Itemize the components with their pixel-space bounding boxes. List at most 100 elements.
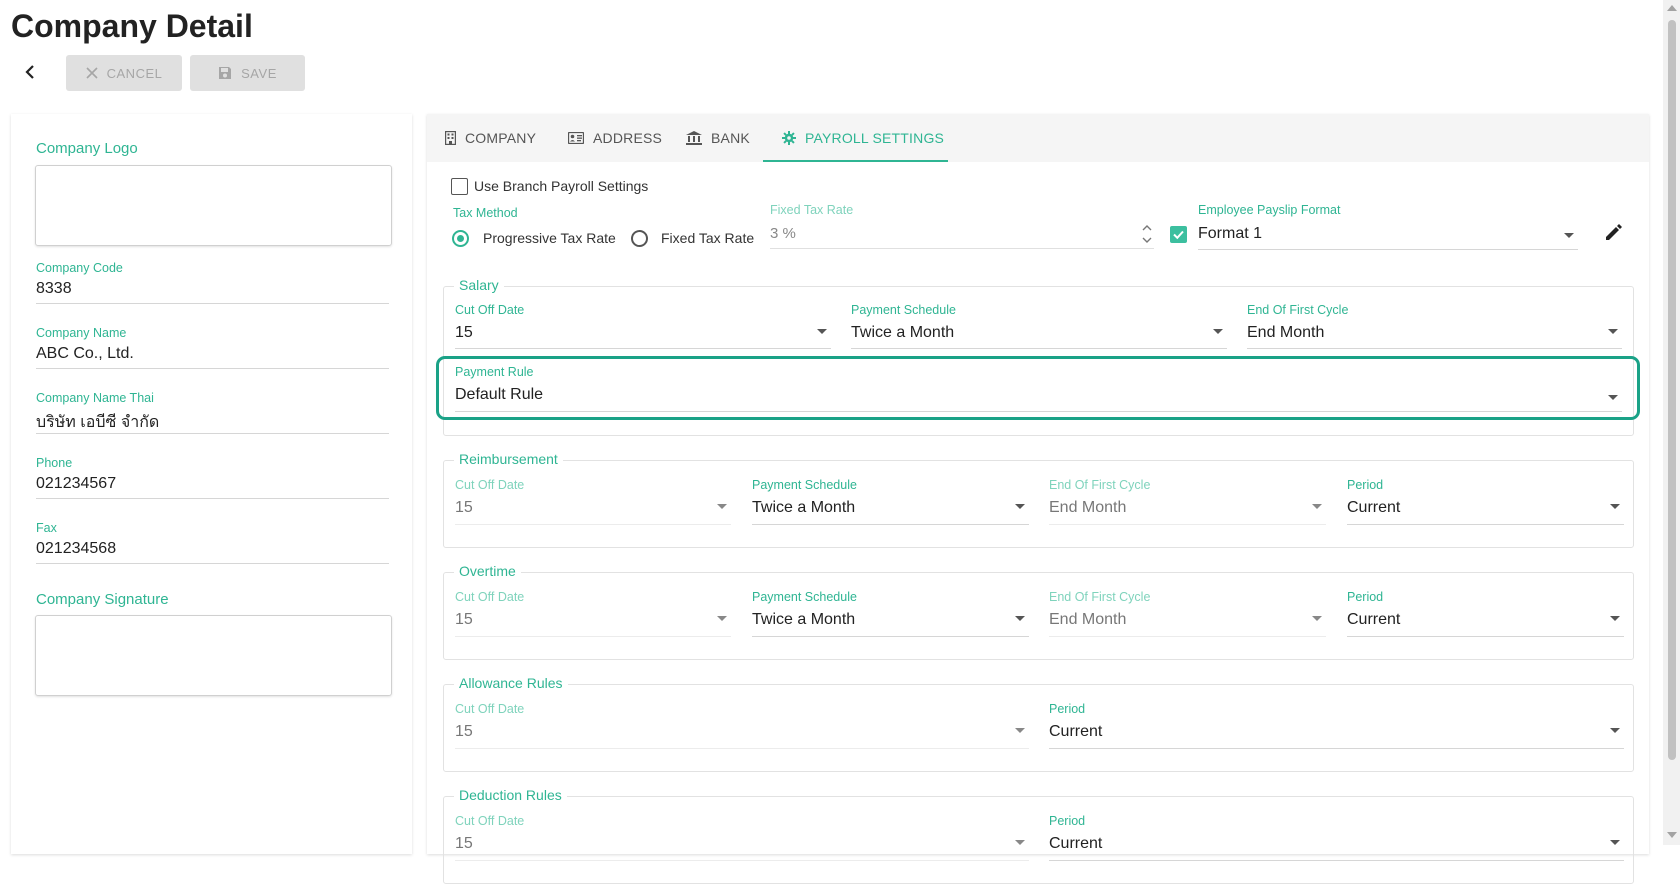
fixed-tax-rate-label: Fixed Tax Rate bbox=[770, 203, 854, 217]
reimbursement-cutoff-select[interactable]: Cut Off Date 15 bbox=[455, 478, 731, 525]
allowance-cutoff-value: 15 bbox=[455, 723, 473, 740]
payslip-format-checkbox[interactable] bbox=[1170, 226, 1187, 243]
chevron-down-icon bbox=[1015, 616, 1025, 621]
salary-cutoff-value: 15 bbox=[455, 324, 473, 341]
use-branch-payroll-checkbox[interactable] bbox=[451, 178, 468, 195]
overtime-legend: Overtime bbox=[454, 563, 521, 579]
check-icon bbox=[1173, 230, 1184, 240]
allowance-period-value: Current bbox=[1049, 723, 1103, 740]
overtime-schedule-select[interactable]: Payment Schedule Twice a Month bbox=[752, 590, 1029, 637]
reimbursement-schedule-label: Payment Schedule bbox=[752, 478, 857, 492]
fixed-tax-radio[interactable] bbox=[631, 230, 648, 247]
salary-end-first-cycle-select[interactable]: End Of First Cycle End Month bbox=[1247, 303, 1622, 349]
fixed-tax-rate-value: 3 % bbox=[770, 225, 796, 242]
chevron-down-icon bbox=[1564, 233, 1574, 238]
chevron-down-icon bbox=[1610, 728, 1620, 733]
tab-bank[interactable]: BANK bbox=[686, 114, 750, 162]
company-logo-upload[interactable] bbox=[35, 165, 392, 246]
tab-bank-label: BANK bbox=[711, 130, 750, 146]
save-button[interactable]: SAVE bbox=[190, 55, 305, 91]
allowance-period-label: Period bbox=[1049, 702, 1086, 716]
chevron-down-icon bbox=[1610, 616, 1620, 621]
number-spinner[interactable] bbox=[1140, 221, 1154, 252]
reimbursement-period-value: Current bbox=[1347, 499, 1401, 516]
chevron-down-icon bbox=[1610, 504, 1620, 509]
payslip-format-label: Employee Payslip Format bbox=[1198, 203, 1341, 217]
overtime-period-select[interactable]: Period Current bbox=[1347, 590, 1624, 637]
deduction-period-select[interactable]: Period Current bbox=[1049, 814, 1624, 861]
company-code-value: 8338 bbox=[36, 280, 72, 297]
company-name-thai-value: บริษัท เอบีซี จำกัด bbox=[36, 414, 160, 431]
overtime-schedule-label: Payment Schedule bbox=[752, 590, 857, 604]
fax-value: 021234568 bbox=[36, 540, 117, 557]
company-name-field[interactable]: Company Name ABC Co., Ltd. bbox=[36, 326, 389, 369]
company-signature-upload[interactable] bbox=[35, 615, 392, 696]
salary-cutoff-label: Cut Off Date bbox=[455, 303, 525, 317]
reimbursement-cutoff-label: Cut Off Date bbox=[455, 478, 525, 492]
salary-schedule-select[interactable]: Payment Schedule Twice a Month bbox=[851, 303, 1227, 349]
chevron-down-icon bbox=[717, 504, 727, 509]
overtime-end-first-cycle-value: End Month bbox=[1049, 611, 1127, 628]
payment-rule-highlight bbox=[436, 356, 1640, 420]
address-card-icon bbox=[568, 132, 584, 144]
scroll-up-icon[interactable] bbox=[1667, 5, 1677, 11]
payslip-format-value: Format 1 bbox=[1198, 225, 1263, 242]
overtime-cutoff-label: Cut Off Date bbox=[455, 590, 525, 604]
salary-end-first-cycle-label: End Of First Cycle bbox=[1247, 303, 1349, 317]
company-logo-label: Company Logo bbox=[36, 140, 138, 157]
use-branch-payroll-label: Use Branch Payroll Settings bbox=[474, 178, 649, 194]
company-tabs-card: COMPANY ADDRESS BANK PAYROLL SETTINGS Us… bbox=[427, 114, 1649, 884]
overtime-period-value: Current bbox=[1347, 611, 1401, 628]
tab-payroll-settings[interactable]: PAYROLL SETTINGS bbox=[782, 114, 944, 162]
deduction-cutoff-select[interactable]: Cut Off Date 15 bbox=[455, 814, 1029, 861]
allowance-cutoff-select[interactable]: Cut Off Date 15 bbox=[455, 702, 1029, 749]
page-scrollbar[interactable] bbox=[1663, 0, 1680, 845]
overtime-cutoff-select[interactable]: Cut Off Date 15 bbox=[455, 590, 731, 637]
allowance-rules-legend: Allowance Rules bbox=[454, 675, 568, 691]
reimbursement-period-select[interactable]: Period Current bbox=[1347, 478, 1624, 525]
chevron-down-icon bbox=[1015, 504, 1025, 509]
active-tab-indicator bbox=[763, 160, 948, 162]
pencil-icon bbox=[1606, 224, 1622, 240]
overtime-end-first-cycle-select[interactable]: End Of First Cycle End Month bbox=[1049, 590, 1326, 637]
tax-method-label: Tax Method bbox=[453, 206, 518, 220]
save-icon bbox=[219, 67, 232, 79]
deduction-cutoff-label: Cut Off Date bbox=[455, 814, 525, 828]
chevron-down-icon bbox=[1015, 840, 1025, 845]
payslip-format-select[interactable]: Format 1 bbox=[1198, 222, 1578, 250]
back-button[interactable] bbox=[20, 62, 40, 82]
fax-field[interactable]: Fax 021234568 bbox=[36, 521, 389, 564]
progressive-tax-radio[interactable] bbox=[452, 230, 469, 247]
overtime-cutoff-value: 15 bbox=[455, 611, 473, 628]
allowance-cutoff-label: Cut Off Date bbox=[455, 702, 525, 716]
reimbursement-end-first-cycle-label: End Of First Cycle bbox=[1049, 478, 1151, 492]
allowance-period-select[interactable]: Period Current bbox=[1049, 702, 1624, 749]
company-code-field[interactable]: Company Code 8338 bbox=[36, 261, 389, 304]
reimbursement-schedule-select[interactable]: Payment Schedule Twice a Month bbox=[752, 478, 1029, 525]
tab-company[interactable]: COMPANY bbox=[445, 114, 536, 162]
overtime-section: Overtime Cut Off Date 15 Payment Schedul… bbox=[443, 563, 1634, 660]
deduction-rules-legend: Deduction Rules bbox=[454, 787, 567, 803]
chevron-down-icon bbox=[817, 329, 827, 334]
scroll-down-icon[interactable] bbox=[1667, 832, 1677, 838]
tab-address[interactable]: ADDRESS bbox=[568, 114, 662, 162]
reimbursement-legend: Reimbursement bbox=[454, 451, 563, 467]
fixed-tax-rate-input[interactable]: 3 % bbox=[770, 221, 1154, 249]
reimbursement-end-first-cycle-select[interactable]: End Of First Cycle End Month bbox=[1049, 478, 1326, 525]
scrollbar-thumb[interactable] bbox=[1668, 20, 1676, 760]
deduction-period-value: Current bbox=[1049, 835, 1103, 852]
building-icon bbox=[445, 131, 456, 145]
phone-field[interactable]: Phone 021234567 bbox=[36, 456, 389, 499]
deduction-period-label: Period bbox=[1049, 814, 1086, 828]
edit-payslip-button[interactable] bbox=[1604, 222, 1626, 244]
company-name-thai-field[interactable]: Company Name Thai บริษัท เอบีซี จำกัด bbox=[36, 391, 389, 434]
deduction-cutoff-value: 15 bbox=[455, 835, 473, 852]
spinner-arrows-icon bbox=[1142, 225, 1152, 243]
salary-cutoff-select[interactable]: Cut Off Date 15 bbox=[455, 303, 831, 349]
cancel-button[interactable]: CANCEL bbox=[66, 55, 182, 91]
reimbursement-end-first-cycle-value: End Month bbox=[1049, 499, 1127, 516]
salary-schedule-value: Twice a Month bbox=[851, 324, 955, 341]
salary-legend: Salary bbox=[454, 277, 504, 293]
allowance-rules-section: Allowance Rules Cut Off Date 15 Period C… bbox=[443, 675, 1634, 772]
overtime-end-first-cycle-label: End Of First Cycle bbox=[1049, 590, 1151, 604]
